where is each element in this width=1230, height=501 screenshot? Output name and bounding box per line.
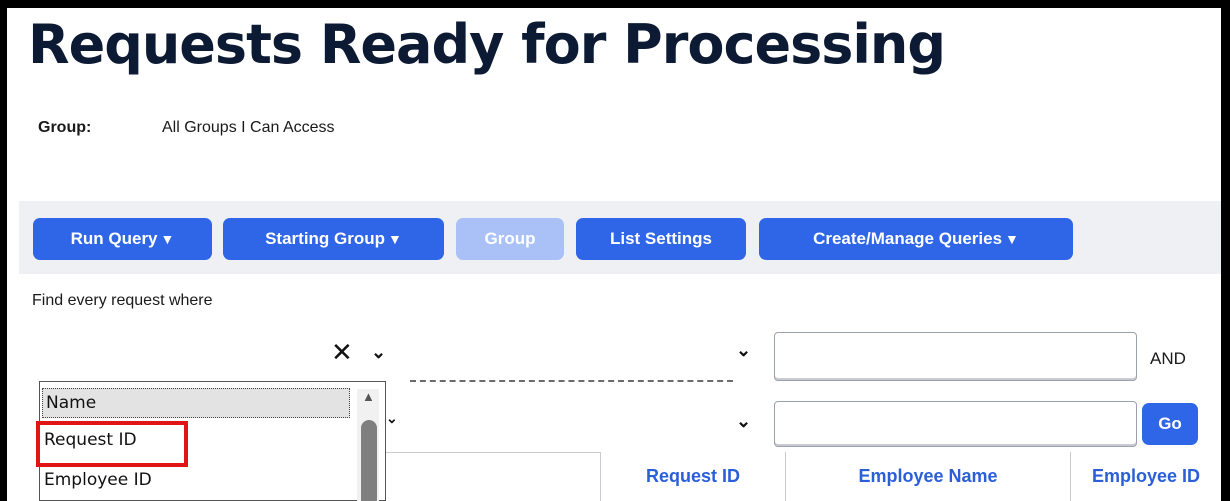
column-header-employee-name[interactable]: Employee Name [785,452,1070,501]
dropdown-option-employee-id[interactable]: Employee ID [44,470,152,490]
chevron-down-icon[interactable]: ⌄ [386,410,398,427]
filter-intro-text: Find every request where [32,292,213,309]
screenshot-frame-right [1221,0,1230,501]
starting-group-button[interactable]: Starting Group ▼ [223,218,444,260]
value-input-1[interactable] [774,332,1137,381]
chevron-down-icon[interactable]: ⌄ [736,340,751,361]
starting-group-label: Starting Group [265,229,386,248]
operator-select-1[interactable] [408,332,733,378]
list-settings-button[interactable]: List Settings [576,218,746,260]
chevron-down-icon[interactable]: ⌄ [736,411,751,432]
highlight-box [36,421,188,467]
screenshot-frame-left [0,0,7,501]
group-button-label: Group [484,229,536,248]
column-header-employee-id[interactable]: Employee ID [1070,452,1221,501]
operator-select-2[interactable] [408,403,733,449]
group-value: All Groups I Can Access [162,119,335,136]
chevron-down-icon[interactable]: ⌄ [371,342,386,363]
and-label: AND [1150,349,1186,368]
run-query-button[interactable]: Run Query ▼ [33,218,212,260]
create-manage-queries-button[interactable]: Create/Manage Queries ▼ [759,218,1073,260]
page-title: Requests Ready for Processing [28,13,946,76]
focus-dashed-line [410,380,733,382]
dropdown-scroll-thumb[interactable] [361,420,377,501]
group-label: Group: [38,119,92,136]
caret-down-icon: ▼ [160,231,175,247]
group-button[interactable]: Group [456,218,564,260]
value-input-2[interactable] [774,401,1137,447]
list-settings-label: List Settings [609,229,712,248]
dropdown-option-name[interactable]: Name [42,388,350,418]
clear-x-icon[interactable]: ✕ [331,339,353,365]
caret-down-icon: ▼ [388,231,402,247]
go-button[interactable]: Go [1142,403,1198,445]
run-query-label: Run Query [70,229,158,248]
field-select-1[interactable] [39,332,329,376]
column-header-request-id[interactable]: Request ID [600,452,785,501]
caret-down-icon: ▼ [1005,231,1019,247]
screenshot-frame-top [0,0,1230,8]
create-manage-label: Create/Manage Queries [813,229,1003,248]
scroll-up-arrow-icon[interactable]: ▲ [362,389,375,404]
